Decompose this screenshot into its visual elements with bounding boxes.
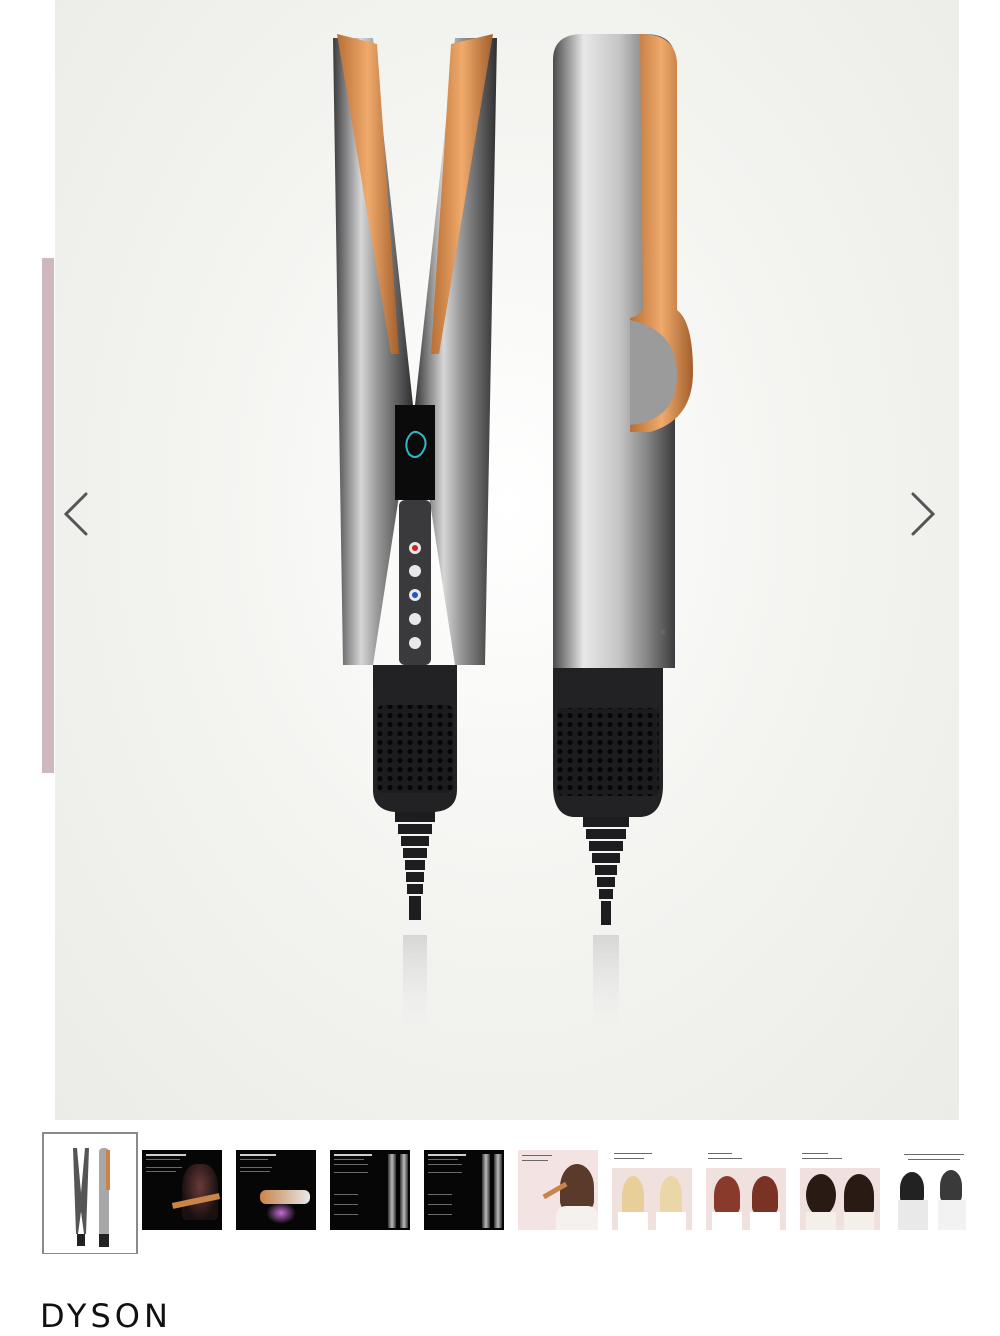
next-image-button[interactable] xyxy=(897,488,947,540)
thumbnail-wet-to-dry-straightening[interactable] xyxy=(142,1150,222,1230)
straightener-illustration xyxy=(333,34,693,1035)
brand-name[interactable]: DYSON xyxy=(40,1296,172,1336)
thumbnail-before-after-curly[interactable] xyxy=(800,1150,880,1230)
straightener-side-view xyxy=(553,34,693,1035)
thumbnail-models-straightening[interactable] xyxy=(894,1150,974,1230)
thumbnail-before-after-straight[interactable] xyxy=(612,1150,692,1230)
thumbnail-product-front[interactable] xyxy=(42,1132,138,1254)
thumbnail-strip[interactable] xyxy=(40,1130,1000,1254)
thumbnail-directional-airflow[interactable] xyxy=(236,1150,316,1230)
thumbnail-straighten-from-dry-controls[interactable] xyxy=(424,1150,504,1230)
main-product-image xyxy=(55,0,959,1120)
straightener-open-view xyxy=(333,34,497,1035)
thumbnail-straighten-from-wet-controls[interactable] xyxy=(330,1150,410,1230)
thumbnail-before-after-wavy[interactable] xyxy=(706,1150,786,1230)
thumbnail-styling-back-view[interactable] xyxy=(518,1150,598,1230)
previous-image-button[interactable] xyxy=(52,488,102,540)
chevron-left-icon xyxy=(63,492,88,536)
chevron-right-icon xyxy=(911,492,936,536)
thumbnail-product-graphic xyxy=(73,1148,110,1247)
